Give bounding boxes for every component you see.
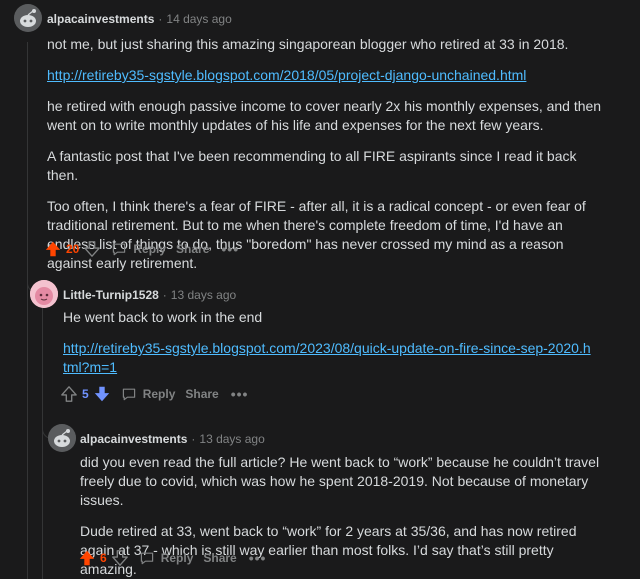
vote-count: 20 [66, 242, 80, 256]
comment-meta: alpacainvestments · 13 days ago [80, 432, 265, 446]
vote-count: 5 [82, 387, 89, 401]
share-button[interactable]: Share [185, 387, 218, 401]
comment-actions: 20 Reply Share ••• [44, 240, 239, 258]
reply-bubble-icon [122, 388, 135, 401]
more-options-icon[interactable]: ••• [221, 241, 239, 257]
blog-link[interactable]: http://retireby35-sgstyle.blogspot.com/2… [63, 340, 591, 375]
reply-button[interactable]: Reply [121, 386, 175, 402]
downvote-icon[interactable] [83, 240, 101, 258]
upvote-icon[interactable] [60, 385, 78, 403]
downvote-icon[interactable] [93, 385, 111, 403]
snoo-avatar-icon [14, 4, 42, 32]
more-options-icon[interactable]: ••• [231, 386, 249, 402]
comment-paragraph: A fantastic post that I've been recommen… [47, 148, 577, 183]
reply-button[interactable]: Reply [111, 241, 166, 257]
username[interactable]: Little-Turnip1528 [63, 288, 159, 302]
upvote-icon[interactable] [78, 549, 96, 567]
comment-actions: 5 Reply Share ••• [60, 385, 248, 403]
more-options-icon[interactable]: ••• [249, 550, 267, 566]
reply-bubble-icon [113, 243, 126, 256]
comment-paragraph: not me, but just sharing this amazing si… [47, 36, 569, 52]
separator-dot: · [158, 12, 163, 26]
reply-bubble-icon [140, 552, 153, 565]
timestamp[interactable]: 13 days ago [199, 432, 264, 446]
comment-paragraph: He went back to work in the end [63, 309, 263, 325]
downvote-icon[interactable] [111, 549, 129, 567]
snoo-avatar-icon [48, 424, 76, 452]
timestamp[interactable]: 13 days ago [171, 288, 236, 302]
username[interactable]: alpacainvestments [80, 432, 187, 446]
comment-paragraph: Too often, I think there's a fear of FIR… [47, 198, 586, 271]
share-button[interactable]: Share [176, 242, 209, 256]
comment-actions: 6 Reply Share ••• [78, 549, 266, 567]
comment-meta: Little-Turnip1528 · 13 days ago [63, 288, 236, 302]
username[interactable]: alpacainvestments [47, 12, 154, 26]
comment-body: He went back to work in the end http://r… [63, 308, 593, 377]
comment-paragraph: he retired with enough passive income to… [47, 98, 602, 133]
turnip-avatar-icon [30, 280, 58, 308]
blog-link[interactable]: http://retireby35-sgstyle.blogspot.com/2… [47, 67, 526, 83]
timestamp[interactable]: 14 days ago [166, 12, 231, 26]
separator-dot: · [162, 288, 167, 302]
thread-line [42, 306, 43, 579]
avatar[interactable] [48, 424, 76, 452]
vote-count: 6 [100, 551, 107, 565]
upvote-icon[interactable] [44, 240, 62, 258]
comment-paragraph: did you even read the full article? He w… [80, 454, 600, 508]
separator-dot: · [191, 432, 196, 446]
avatar[interactable] [14, 4, 42, 32]
comment-meta: alpacainvestments · 14 days ago [47, 12, 232, 26]
avatar[interactable] [30, 280, 58, 308]
share-button[interactable]: Share [203, 551, 236, 565]
thread-line [27, 42, 28, 579]
comment-body: not me, but just sharing this amazing si… [47, 35, 607, 273]
reply-button[interactable]: Reply [139, 550, 193, 566]
